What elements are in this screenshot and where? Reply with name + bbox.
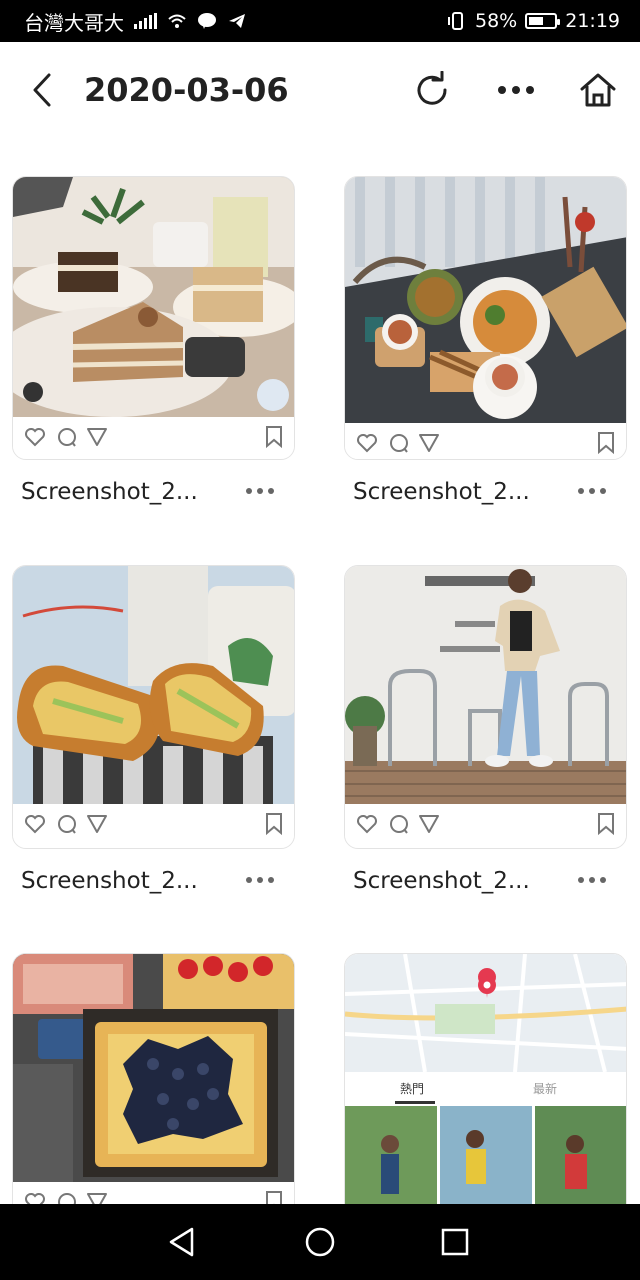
heart-icon	[25, 815, 45, 834]
toast-sandwich-photo	[13, 566, 294, 804]
bookmark-icon	[598, 813, 614, 836]
line-icon	[198, 13, 216, 29]
file-name: Screenshot_2...	[21, 868, 198, 894]
heart-icon	[357, 434, 377, 453]
instagram-action-bar	[345, 804, 626, 844]
grid-item[interactable]: Screenshot_2...	[12, 565, 295, 905]
file-name: Screenshot_2...	[353, 479, 530, 505]
grid-item[interactable]: Screenshot_2...	[344, 565, 627, 905]
clock: 21:19	[565, 10, 620, 32]
nav-home-button[interactable]	[298, 1220, 342, 1264]
item-more-button[interactable]	[572, 865, 612, 895]
comment-icon	[58, 815, 76, 834]
item-more-button[interactable]	[240, 476, 280, 506]
instagram-action-bar	[13, 804, 294, 844]
status-bar: 台灣大哥大 58% 21:19	[0, 0, 640, 42]
file-name: Screenshot_2...	[21, 479, 198, 505]
grid-item[interactable]	[12, 953, 295, 1204]
wifi-icon	[168, 14, 186, 28]
thumbnail[interactable]	[12, 176, 295, 460]
instagram-action-bar	[13, 1182, 294, 1204]
bookmark-icon	[598, 432, 614, 455]
grid-item[interactable]: 熱門 最新	[344, 953, 627, 1204]
blueberry-tart-photo	[13, 954, 294, 1182]
heart-icon	[25, 428, 45, 447]
thumbnail[interactable]	[12, 953, 295, 1204]
thumbnail[interactable]: 熱門 最新	[344, 953, 627, 1204]
recents-square-icon	[441, 1228, 469, 1256]
share-icon	[87, 1193, 107, 1204]
home-button[interactable]	[576, 68, 620, 112]
home-icon	[580, 73, 616, 107]
comment-icon	[390, 434, 408, 453]
bookmark-icon	[266, 426, 282, 449]
status-left: 台灣大哥大	[24, 0, 247, 42]
grid-item[interactable]: Screenshot_2...	[12, 176, 295, 516]
item-more-button[interactable]	[572, 476, 612, 506]
chevron-left-icon	[33, 73, 51, 107]
battery-icon	[525, 13, 561, 29]
heart-icon	[357, 815, 377, 834]
heart-icon	[25, 1193, 45, 1204]
instagram-action-bar	[345, 423, 626, 459]
screenshot-grid: Screenshot_2... Screenshot_2... Screensh…	[0, 138, 640, 1204]
battery-percent: 58%	[475, 10, 518, 32]
home-circle-icon	[305, 1227, 335, 1257]
vibrate-icon	[448, 12, 463, 30]
comment-icon	[390, 815, 408, 834]
share-icon	[87, 428, 107, 446]
item-more-button[interactable]	[240, 865, 280, 895]
nav-recents-button[interactable]	[433, 1220, 477, 1264]
bookmark-icon	[266, 813, 282, 836]
file-name: Screenshot_2...	[353, 868, 530, 894]
refresh-button[interactable]	[410, 68, 454, 112]
share-icon	[419, 434, 439, 452]
more-options-button[interactable]	[494, 68, 538, 112]
share-icon	[87, 815, 107, 833]
instagram-action-bar	[13, 417, 294, 457]
thumbnail[interactable]	[344, 565, 627, 849]
carrier-name: 台灣大哥大	[24, 10, 124, 35]
status-right: 58% 21:19	[447, 0, 620, 42]
app-header: 2020-03-06	[0, 42, 640, 138]
map-tab-popular[interactable]: 熱門	[400, 1080, 424, 1097]
signal-icon	[134, 13, 157, 29]
more-horizontal-icon	[498, 86, 534, 94]
comment-icon	[58, 1193, 76, 1204]
comment-icon	[58, 428, 76, 447]
woman-cafe-photo	[345, 566, 626, 804]
refresh-icon	[417, 71, 447, 105]
back-button[interactable]	[22, 68, 62, 112]
nav-back-button[interactable]	[160, 1220, 204, 1264]
thumbnail[interactable]	[12, 565, 295, 849]
bookmark-icon	[266, 1191, 282, 1204]
map-screenshot	[345, 954, 626, 1204]
map-tab-latest[interactable]: 最新	[533, 1080, 557, 1097]
system-navigation-bar	[0, 1204, 640, 1280]
cakes-photo	[13, 177, 294, 417]
page-title: 2020-03-06	[84, 71, 289, 109]
thumbnail[interactable]	[344, 176, 627, 460]
grid-item[interactable]: Screenshot_2...	[344, 176, 627, 516]
telegram-icon	[229, 14, 245, 28]
cafe-table-photo	[345, 177, 626, 423]
back-triangle-icon	[169, 1227, 194, 1257]
share-icon	[419, 815, 439, 833]
